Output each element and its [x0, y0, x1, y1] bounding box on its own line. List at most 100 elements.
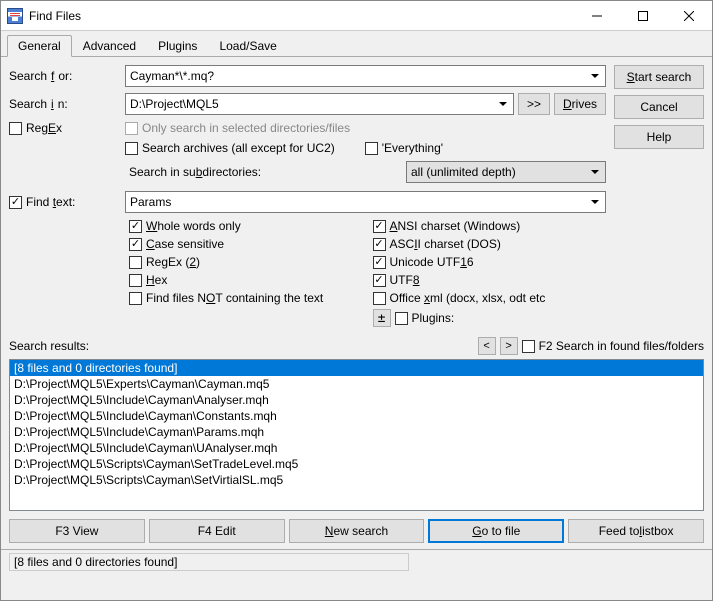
subdir-depth-combo[interactable]: all (unlimited depth) — [406, 161, 606, 183]
drives-button[interactable]: Drives — [554, 93, 606, 115]
checkbox-icon — [373, 292, 386, 305]
cancel-button[interactable]: Cancel — [614, 95, 704, 119]
result-item[interactable]: D:\Project\MQL5\Include\Cayman\Params.mq… — [10, 424, 703, 440]
hex-label: Hex — [146, 273, 167, 287]
go-to-file-button[interactable]: Go to file — [428, 519, 564, 543]
search-in-value: D:\Project\MQL5 — [130, 97, 219, 111]
office-xml-checkbox[interactable]: Office xml (docx, xlsx, odt etc — [373, 291, 607, 305]
checkbox-icon — [129, 256, 142, 269]
checkbox-icon — [129, 292, 142, 305]
maximize-button[interactable] — [620, 1, 666, 31]
search-for-input[interactable]: Cayman*\*.mq? — [125, 65, 606, 87]
utf8-checkbox[interactable]: UTF8 — [373, 273, 607, 287]
whole-words-label: Whole words only — [146, 219, 241, 233]
chevron-down-icon[interactable] — [495, 94, 511, 114]
prev-result-button[interactable]: < — [478, 337, 496, 355]
checkbox-icon — [395, 312, 408, 325]
start-search-button[interactable]: Start search — [614, 65, 704, 89]
ascii-checkbox[interactable]: ASCII charset (DOS) — [373, 237, 607, 251]
only-selected-checkbox: Only search in selected directories/file… — [125, 121, 350, 135]
ansi-label: ANSI charset (Windows) — [390, 219, 521, 233]
tab-bar: General Advanced Plugins Load/Save — [1, 31, 712, 57]
utf8-label: UTF8 — [390, 273, 420, 287]
whole-words-checkbox[interactable]: Whole words only — [129, 219, 363, 233]
search-results-label: Search results: — [9, 339, 89, 353]
tab-plugins[interactable]: Plugins — [147, 35, 208, 56]
archives-checkbox[interactable]: Search archives (all except for UC2) — [125, 141, 335, 155]
find-text-checkbox[interactable]: Find text: — [9, 195, 75, 209]
checkbox-icon — [129, 238, 142, 251]
app-icon — [7, 8, 23, 24]
result-item[interactable]: D:\Project\MQL5\Include\Cayman\Analyser.… — [10, 392, 703, 408]
status-text: [8 files and 0 directories found] — [9, 553, 409, 571]
ansi-checkbox[interactable]: ANSI charset (Windows) — [373, 219, 607, 233]
checkbox-icon — [9, 122, 22, 135]
checkbox-icon — [522, 340, 535, 353]
checkbox-icon — [373, 256, 386, 269]
feed-to-listbox-button[interactable]: Feed to listbox — [568, 519, 704, 543]
checkbox-icon — [9, 196, 22, 209]
result-item[interactable]: D:\Project\MQL5\Experts\Cayman\Cayman.mq… — [10, 376, 703, 392]
search-for-label: Search for: — [9, 69, 119, 83]
close-button[interactable] — [666, 1, 712, 31]
regex-label: RegEx — [26, 121, 62, 135]
plugins-checkbox[interactable]: Plugins: — [395, 311, 455, 325]
case-sensitive-checkbox[interactable]: Case sensitive — [129, 237, 363, 251]
window-title: Find Files — [29, 9, 574, 23]
status-bar: [8 files and 0 directories found] — [1, 549, 712, 574]
find-text-input[interactable]: Params — [125, 191, 606, 213]
not-containing-checkbox[interactable]: Find files NOT containing the text — [129, 291, 363, 305]
help-button[interactable]: Help — [614, 125, 704, 149]
regex2-label: RegEx (2) — [146, 255, 200, 269]
office-xml-label: Office xml (docx, xlsx, odt etc — [390, 291, 546, 305]
results-list[interactable]: [8 files and 0 directories found] D:\Pro… — [9, 359, 704, 511]
everything-label: 'Everything' — [382, 141, 443, 155]
checkbox-icon — [373, 238, 386, 251]
checkbox-icon — [125, 142, 138, 155]
case-sensitive-label: Case sensitive — [146, 237, 224, 251]
minimize-button[interactable] — [574, 1, 620, 31]
f2-search-found-checkbox[interactable]: F2 Search in found files/folders — [522, 339, 704, 353]
regex2-checkbox[interactable]: RegEx (2) — [129, 255, 363, 269]
next-result-button[interactable]: > — [500, 337, 518, 355]
regex-checkbox[interactable]: RegEx — [9, 121, 62, 135]
archives-label: Search archives (all except for UC2) — [142, 141, 335, 155]
only-selected-label: Only search in selected directories/file… — [142, 121, 350, 135]
checkbox-icon — [373, 274, 386, 287]
tab-advanced[interactable]: Advanced — [72, 35, 147, 56]
expand-path-button[interactable]: >> — [518, 93, 550, 115]
checkbox-icon — [373, 220, 386, 233]
checkbox-icon — [129, 220, 142, 233]
hex-checkbox[interactable]: Hex — [129, 273, 363, 287]
f2-label: F2 Search in found files/folders — [539, 339, 704, 353]
result-item[interactable]: D:\Project\MQL5\Scripts\Cayman\SetVirtia… — [10, 472, 703, 488]
chevron-down-icon[interactable] — [587, 192, 603, 212]
plugins-label: Plugins: — [412, 311, 455, 325]
ascii-label: ASCII charset (DOS) — [390, 237, 501, 251]
tab-loadsave[interactable]: Load/Save — [208, 35, 287, 56]
plugins-plus-minus-button[interactable]: ± — [373, 309, 391, 327]
utf16-checkbox[interactable]: Unicode UTF16 — [373, 255, 607, 269]
not-containing-label: Find files NOT containing the text — [146, 291, 323, 305]
chevron-down-icon[interactable] — [587, 66, 603, 86]
f4-edit-button[interactable]: F4 Edit — [149, 519, 285, 543]
f3-view-button[interactable]: F3 View — [9, 519, 145, 543]
new-search-button[interactable]: New search — [289, 519, 425, 543]
result-item[interactable]: D:\Project\MQL5\Include\Cayman\UAnalyser… — [10, 440, 703, 456]
tab-general[interactable]: General — [7, 35, 72, 57]
results-summary[interactable]: [8 files and 0 directories found] — [10, 360, 703, 376]
subdirs-label: Search in subdirectories: — [129, 165, 261, 179]
chevron-down-icon[interactable] — [587, 162, 603, 182]
find-text-label: Find text: — [26, 195, 75, 209]
everything-checkbox[interactable]: 'Everything' — [365, 141, 443, 155]
subdir-depth-value: all (unlimited depth) — [411, 165, 516, 179]
titlebar: Find Files — [1, 1, 712, 31]
search-in-input[interactable]: D:\Project\MQL5 — [125, 93, 514, 115]
utf16-label: Unicode UTF16 — [390, 255, 474, 269]
checkbox-icon — [365, 142, 378, 155]
search-for-value: Cayman*\*.mq? — [130, 69, 214, 83]
result-item[interactable]: D:\Project\MQL5\Scripts\Cayman\SetTradeL… — [10, 456, 703, 472]
checkbox-icon — [125, 122, 138, 135]
result-item[interactable]: D:\Project\MQL5\Include\Cayman\Constants… — [10, 408, 703, 424]
search-in-label: Search in: — [9, 97, 119, 111]
